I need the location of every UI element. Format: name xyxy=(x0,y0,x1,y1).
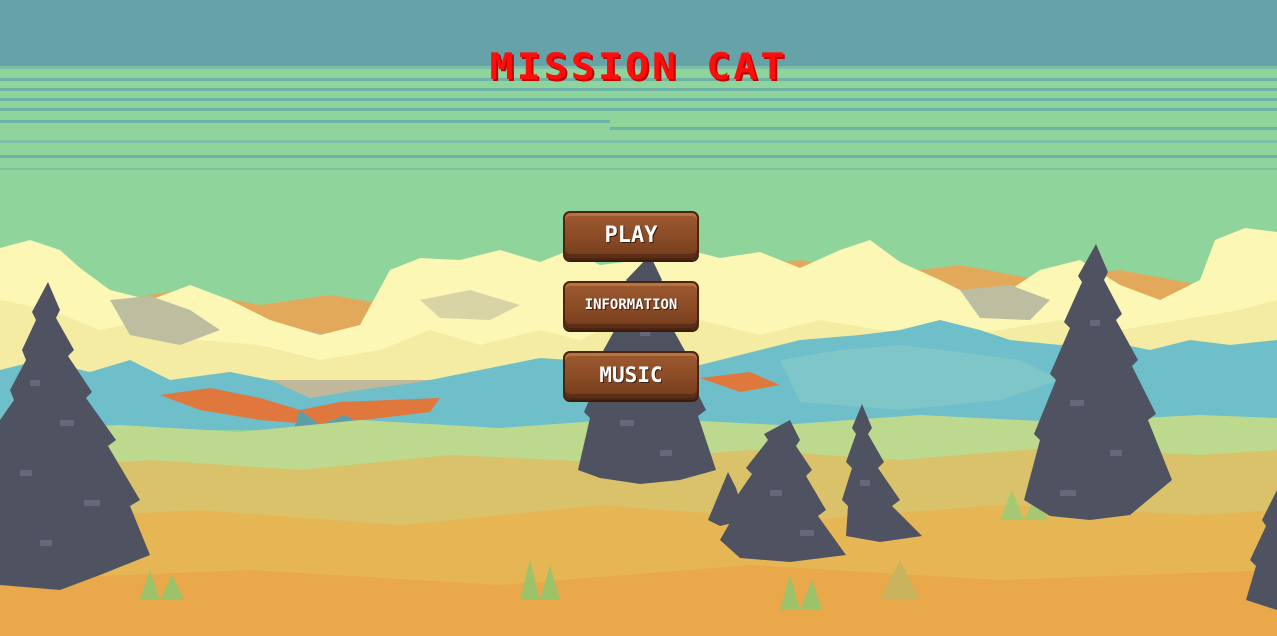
play-button[interactable]: PLAY xyxy=(563,211,699,260)
music-button[interactable]: MUSIC xyxy=(563,351,699,400)
game-scene: MISSION CAT PLAY INFORMATION MUSIC xyxy=(0,0,1277,636)
game-title: MISSION CAT xyxy=(489,45,788,89)
information-button[interactable]: INFORMATION xyxy=(563,281,699,330)
main-menu: PLAY INFORMATION MUSIC xyxy=(563,211,699,421)
